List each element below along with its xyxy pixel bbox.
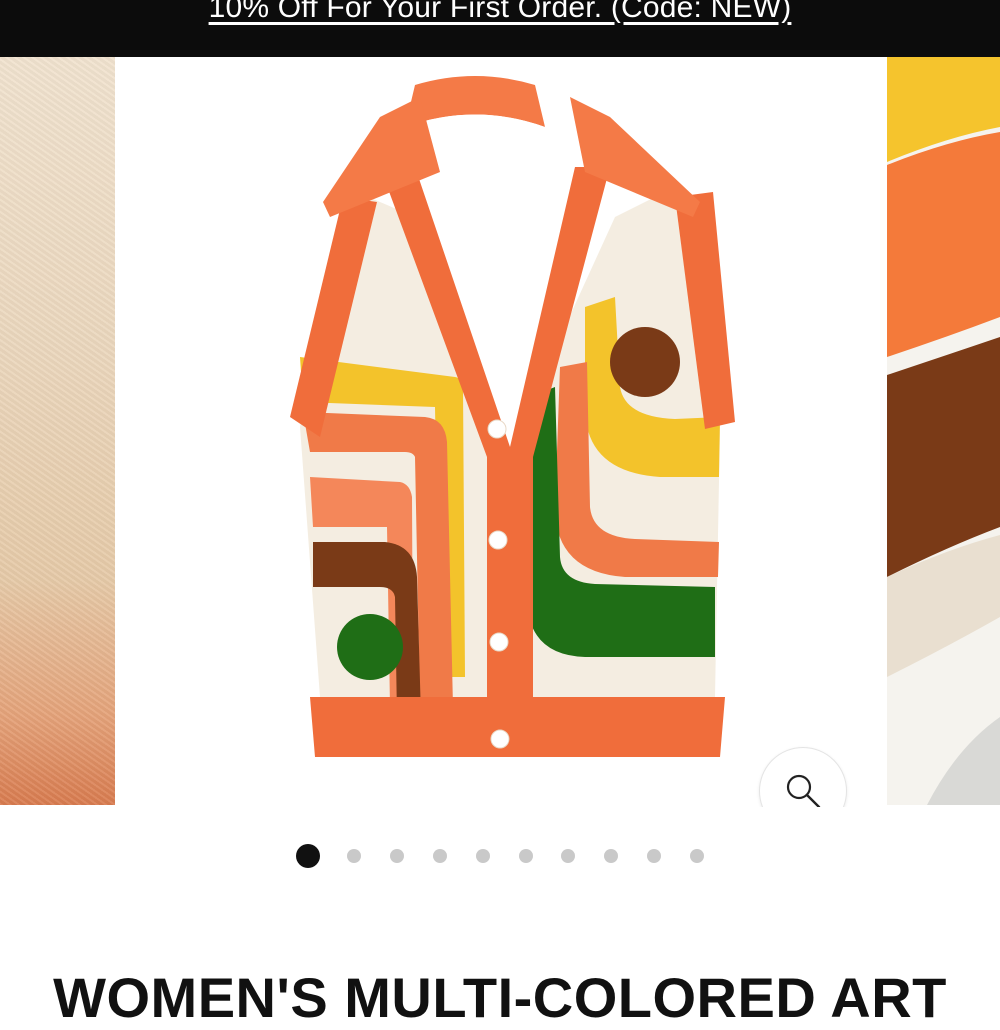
next-image-preview[interactable] — [887, 57, 1000, 805]
carousel-dot[interactable] — [296, 844, 320, 868]
carousel-pagination — [0, 843, 1000, 869]
carousel-dot[interactable] — [690, 849, 704, 863]
carousel-dot[interactable] — [347, 849, 361, 863]
product-title: WOMEN'S MULTI-COLORED ART — [53, 965, 947, 1029]
product-main-image[interactable] — [115, 57, 887, 807]
promo-bar: 10% Off For Your First Order. (Code: NEW… — [0, 0, 1000, 57]
vest-illustration — [290, 76, 735, 757]
promo-code-link[interactable]: 10% Off For Your First Order. (Code: NEW… — [0, 0, 1000, 25]
carousel-dot[interactable] — [604, 849, 618, 863]
product-image-carousel[interactable] — [0, 57, 1000, 807]
carousel-dot[interactable] — [390, 849, 404, 863]
carousel-dot[interactable] — [476, 849, 490, 863]
carousel-dot[interactable] — [647, 849, 661, 863]
carousel-dot[interactable] — [433, 849, 447, 863]
previous-image-preview[interactable] — [0, 57, 115, 805]
carousel-dot[interactable] — [561, 849, 575, 863]
search-icon — [786, 774, 821, 807]
next-image-swatch — [887, 57, 1000, 805]
carousel-dot[interactable] — [519, 849, 533, 863]
